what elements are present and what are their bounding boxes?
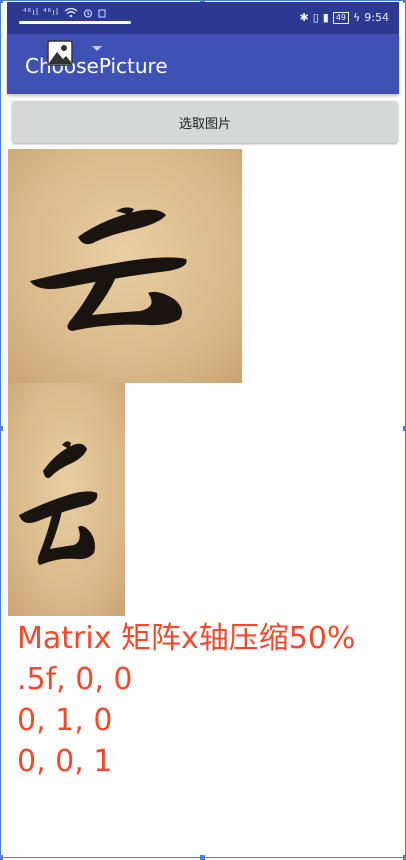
- scaled-calligraphy-image: [8, 383, 125, 616]
- matrix-title: Matrix 矩阵x轴压缩50%: [17, 621, 356, 656]
- dropdown-caret-icon: [92, 46, 102, 51]
- matrix-row-1: .5f, 0, 0: [17, 662, 133, 697]
- status-right: ✱ ▯ ▮ 49 ϟ 9:54: [300, 11, 390, 24]
- charging-icon: ϟ: [353, 11, 361, 24]
- notification-icon: [98, 9, 106, 18]
- calligraphy-image: [8, 149, 242, 383]
- frame-handle: [0, 426, 3, 431]
- choose-picture-button[interactable]: 选取图片: [12, 101, 398, 143]
- clock: 9:54: [364, 11, 389, 24]
- vibrate-icon: ▯: [312, 11, 319, 24]
- cell-signal-icon: ▮: [322, 11, 329, 24]
- matrix-row-3: 0, 0, 1: [17, 744, 113, 779]
- bluetooth-icon: ✱: [299, 11, 309, 24]
- status-progress-line: [19, 21, 131, 24]
- alarm-icon: [84, 9, 93, 18]
- app-bar: ChoosePicture: [7, 34, 399, 94]
- image-icon: [47, 40, 73, 66]
- wifi-icon: [64, 8, 78, 18]
- signal-icons: ⁴⁶ıl ⁴⁶ıl: [23, 8, 60, 18]
- status-bar: ⁴⁶ıl ⁴⁶ıl ✱ ▯ ▮ 49 ϟ 9:54: [7, 2, 399, 34]
- frame-handle: [0, 0, 3, 3]
- battery-icon: 49: [332, 11, 350, 24]
- matrix-description: Matrix 矩阵x轴压缩50% .5f, 0, 0 0, 1, 0 0, 0,…: [17, 618, 403, 782]
- matrix-row-2: 0, 1, 0: [17, 703, 113, 738]
- status-left: ⁴⁶ıl ⁴⁶ıl: [23, 8, 106, 18]
